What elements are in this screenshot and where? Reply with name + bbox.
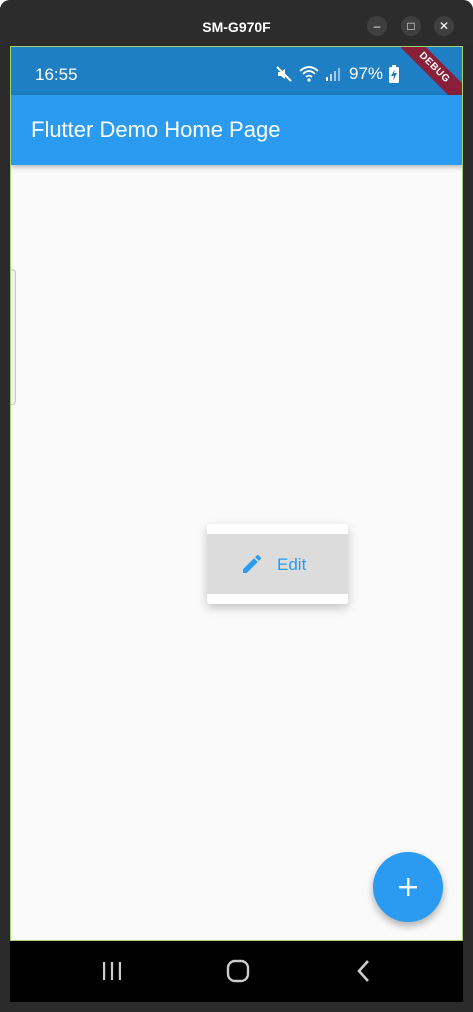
recents-icon[interactable] [98,957,126,985]
status-bar: 16:55 97% DEBUG [11,47,462,117]
status-time: 16:55 [35,65,78,84]
pencil-icon [240,552,264,581]
menu-item-edit[interactable]: Edit [207,534,348,594]
home-icon[interactable] [224,957,252,985]
menu-item-label: Edit [277,555,307,574]
wifi-icon [299,65,319,83]
status-icons: 97% [275,63,400,85]
app-screen: 16:55 97% DEBUG Flutter Demo Home Page E… [10,46,463,941]
signal-icon [325,66,341,82]
plus-icon [399,878,417,896]
battery-charging-icon [389,65,400,83]
close-button[interactable]: ✕ [434,16,454,36]
system-nav-bar [10,941,463,1002]
page-title: Flutter Demo Home Page [31,117,281,142]
side-drag-handle[interactable] [11,269,16,405]
battery-percent: 97% [349,64,384,83]
app-bar: Flutter Demo Home Page [11,95,462,165]
mute-icon [275,65,293,83]
maximize-button[interactable]: □ [401,16,421,36]
window-titlebar[interactable]: SM-G970F – □ ✕ [0,0,473,46]
popup-menu: Edit [207,524,348,604]
back-icon[interactable] [350,957,378,985]
add-fab-button[interactable] [373,852,443,922]
device-frame: 16:55 97% DEBUG Flutter Demo Home Page E… [10,46,463,1002]
minimize-button[interactable]: – [367,16,387,36]
emulator-window: SM-G970F – □ ✕ 16:55 97% DEBUG Flutter D… [0,0,473,1012]
